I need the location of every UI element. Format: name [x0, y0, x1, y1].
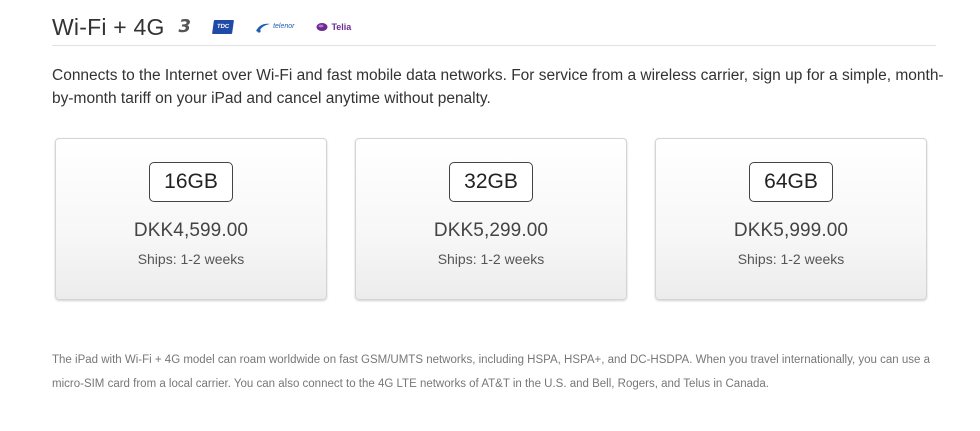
- price-label: DKK5,999.00: [733, 220, 849, 241]
- shipping-label: Ships: 1-2 weeks: [437, 251, 545, 267]
- telenor-propeller-icon: [256, 23, 271, 33]
- section-header: Wi-Fi + 4G 3 TDC telenor Telia: [52, 8, 936, 46]
- telia-logo-icon: Telia: [316, 22, 351, 32]
- telia-logo-text: Telia: [331, 21, 352, 32]
- section-title: Wi-Fi + 4G: [52, 14, 165, 40]
- tdc-logo-icon: TDC: [212, 19, 235, 34]
- tdc-logo-text: TDC: [212, 19, 235, 34]
- capacity-options: 16GB DKK4,599.00 Ships: 1-2 weeks 32GB D…: [55, 138, 929, 302]
- three-logo-text: 3: [178, 16, 192, 37]
- option-card-64gb[interactable]: 64GB DKK5,999.00 Ships: 1-2 weeks: [655, 138, 927, 300]
- capacity-label: 64GB: [749, 162, 833, 202]
- shipping-label: Ships: 1-2 weeks: [737, 251, 845, 267]
- shipping-label: Ships: 1-2 weeks: [137, 251, 245, 267]
- three-logo-icon: 3: [179, 16, 192, 37]
- page: Wi-Fi + 4G 3 TDC telenor Telia Connects …: [0, 0, 980, 431]
- intro-text: Connects to the Internet over Wi-Fi and …: [52, 67, 944, 107]
- option-card-32gb[interactable]: 32GB DKK5,299.00 Ships: 1-2 weeks: [355, 138, 627, 300]
- option-card-16gb[interactable]: 16GB DKK4,599.00 Ships: 1-2 weeks: [55, 138, 327, 300]
- capacity-label: 16GB: [149, 162, 233, 202]
- telia-pebble-icon: [316, 22, 328, 31]
- capacity-label: 32GB: [449, 162, 533, 202]
- roaming-footnote: The iPad with Wi-Fi + 4G model can roam …: [52, 354, 930, 390]
- price-label: DKK5,299.00: [433, 220, 549, 241]
- telenor-logo-icon: telenor: [255, 21, 294, 33]
- price-label: DKK4,599.00: [133, 220, 249, 241]
- telenor-logo-text: telenor: [273, 23, 295, 30]
